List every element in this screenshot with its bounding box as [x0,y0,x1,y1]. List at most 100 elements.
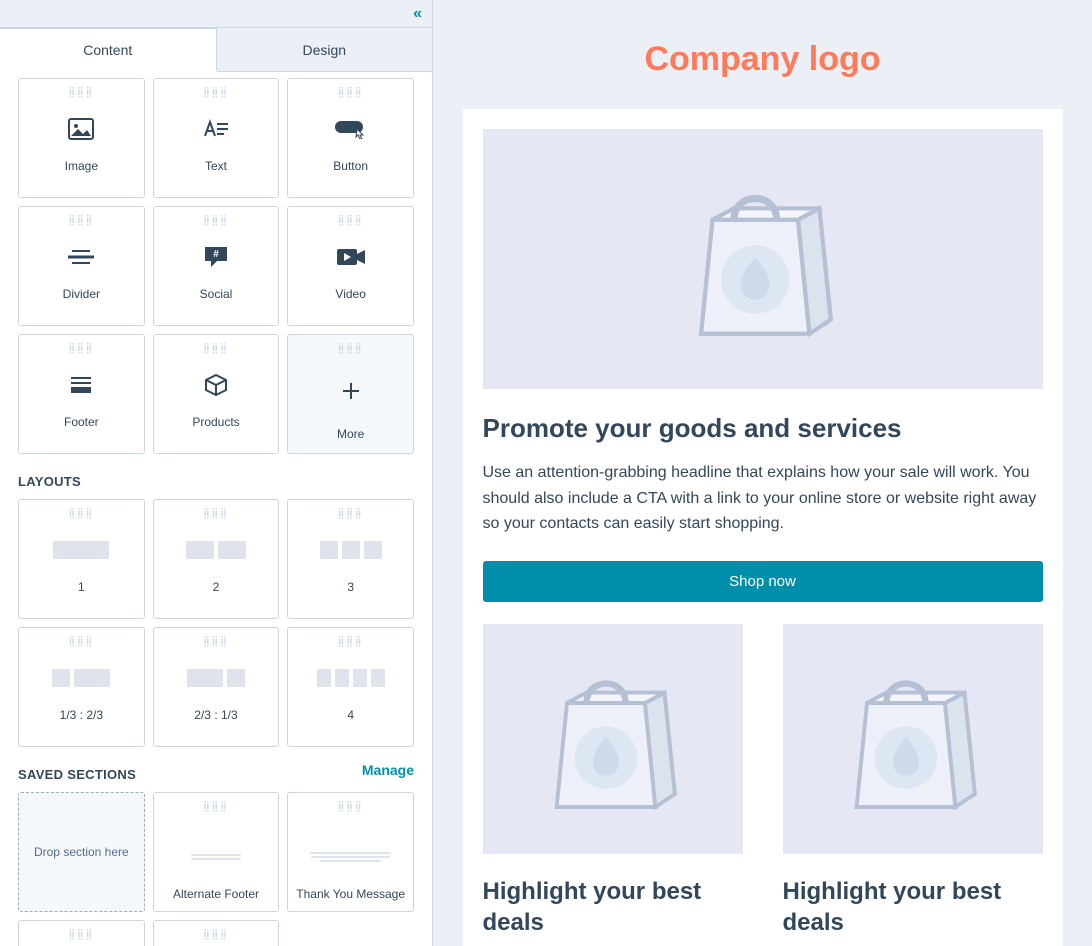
layout-label: 1/3 : 2/3 [60,708,103,722]
collapse-icon[interactable]: « [413,5,422,23]
drag-handle-icon: ⠿⠿⠿⠿⠿⠿ [68,638,94,646]
saved-section-alternate-footer[interactable]: ⠿⠿⠿⠿⠿⠿ Alternate Footer [153,792,280,912]
drag-handle-icon: ⠿⠿⠿⠿⠿⠿ [68,345,94,353]
layout-preview [317,660,385,696]
layout-preview [187,660,245,696]
drag-handle-icon: ⠿⠿⠿⠿⠿⠿ [203,510,229,518]
column-image-placeholder[interactable] [483,624,743,854]
layout-tiles: ⠿⠿⠿⠿⠿⠿1⠿⠿⠿⠿⠿⠿2⠿⠿⠿⠿⠿⠿3⠿⠿⠿⠿⠿⠿1/3 : 2/3⠿⠿⠿⠿… [18,499,414,747]
editor-sidebar: « Content Design ⠿⠿⠿⠿⠿⠿ Image ⠿⠿⠿⠿⠿⠿ Tex… [0,0,433,946]
drag-handle-icon: ⠿⠿⠿⠿⠿⠿ [203,638,229,646]
tile-more[interactable]: ⠿⠿⠿⠿⠿⠿ More [287,334,414,454]
email-body: Promote your goods and services Use an a… [463,109,1063,946]
layout-preview [186,532,246,568]
drag-handle-icon: ⠿⠿⠿⠿⠿⠿ [338,89,364,97]
drag-handle-icon: ⠿⠿⠿⠿⠿⠿ [338,217,364,225]
drop-section-zone[interactable]: Drop section here [18,792,145,912]
image-icon [68,111,94,147]
products-icon [204,367,228,403]
tile-footer[interactable]: ⠿⠿⠿⠿⠿⠿ Footer [18,334,145,454]
tile-label: Divider [63,287,100,301]
hero-headline[interactable]: Promote your goods and services [483,413,1043,444]
drag-handle-icon: ⠿⠿⠿⠿⠿⠿ [203,217,229,225]
tile-social[interactable]: ⠿⠿⠿⠿⠿⠿ # Social [153,206,280,326]
plus-icon [341,373,361,409]
saved-tiles: Drop section here ⠿⠿⠿⠿⠿⠿ Alternate Foote… [18,792,414,946]
footer-icon [69,367,93,403]
button-icon [335,111,367,147]
tab-content[interactable]: Content [0,28,217,72]
column-2: Highlight your best deals [783,624,1043,938]
drag-handle-icon: ⠿⠿⠿⠿⠿⠿ [68,931,94,939]
drop-label: Drop section here [34,845,129,859]
saved-label: Alternate Footer [154,887,279,901]
shop-now-button[interactable]: Shop now [483,561,1043,602]
tile-label: Products [192,415,239,429]
video-icon [337,239,365,275]
column-headline[interactable]: Highlight your best deals [483,876,743,938]
layout-label: 1 [78,580,85,594]
email-template: Company logo Promote your goods and serv… [463,40,1063,946]
shopping-bag-icon [541,664,684,814]
svg-text:#: # [213,249,219,260]
hero-image-placeholder[interactable] [483,129,1043,389]
tile-button[interactable]: ⠿⠿⠿⠿⠿⠿ Button [287,78,414,198]
layout-tile-1-3---2-3[interactable]: ⠿⠿⠿⠿⠿⠿ 1/3 : 2/3 [18,627,145,747]
column-1: Highlight your best deals [483,624,743,938]
drag-handle-icon: ⠿⠿⠿⠿⠿⠿ [338,510,364,518]
two-column-row: Highlight your best deals Highlight your… [483,624,1043,938]
tile-divider[interactable]: ⠿⠿⠿⠿⠿⠿ Divider [18,206,145,326]
drag-handle-icon: ⠿⠿⠿⠿⠿⠿ [68,89,94,97]
social-icon: # [203,239,229,275]
tile-products[interactable]: ⠿⠿⠿⠿⠿⠿ Products [153,334,280,454]
layout-preview [320,532,382,568]
column-headline[interactable]: Highlight your best deals [783,876,1043,938]
drag-handle-icon: ⠿⠿⠿⠿⠿⠿ [338,803,364,811]
layouts-heading: LAYOUTS [18,474,414,489]
column-image-placeholder[interactable] [783,624,1043,854]
layout-label: 4 [347,708,354,722]
saved-section-thank-you[interactable]: ⠿⠿⠿⠿⠿⠿ Thank You Message [287,792,414,912]
saved-section-extra-2[interactable]: ⠿⠿⠿⠿⠿⠿ [153,920,280,946]
collapse-bar: « [0,0,432,28]
tile-label: Button [333,159,368,173]
layout-label: 3 [347,580,354,594]
drag-handle-icon: ⠿⠿⠿⠿⠿⠿ [203,89,229,97]
manage-link[interactable]: Manage [362,762,414,778]
text-icon [202,111,230,147]
sidebar-scroll[interactable]: ⠿⠿⠿⠿⠿⠿ Image ⠿⠿⠿⠿⠿⠿ Text ⠿⠿⠿⠿⠿⠿ Button [0,72,432,946]
tile-label: Video [335,287,365,301]
layout-tile-3[interactable]: ⠿⠿⠿⠿⠿⠿ 3 [287,499,414,619]
layout-tile-2[interactable]: ⠿⠿⠿⠿⠿⠿ 2 [153,499,280,619]
saved-sections-heading: SAVED SECTIONS [18,767,136,782]
hero-body-text[interactable]: Use an attention-grabbing headline that … [483,460,1043,537]
tile-text[interactable]: ⠿⠿⠿⠿⠿⠿ Text [153,78,280,198]
layout-tile-1[interactable]: ⠿⠿⠿⠿⠿⠿ 1 [18,499,145,619]
tile-label: Footer [64,415,99,429]
divider-icon [68,239,94,275]
layout-label: 2 [213,580,220,594]
layout-tile-2-3---1-3[interactable]: ⠿⠿⠿⠿⠿⠿ 2/3 : 1/3 [153,627,280,747]
content-tiles: ⠿⠿⠿⠿⠿⠿ Image ⠿⠿⠿⠿⠿⠿ Text ⠿⠿⠿⠿⠿⠿ Button [18,78,414,454]
tab-design[interactable]: Design [217,28,433,71]
saved-label: Thank You Message [288,887,413,901]
preview-canvas[interactable]: Company logo Promote your goods and serv… [433,0,1092,946]
layout-label: 2/3 : 1/3 [194,708,237,722]
saved-section-extra-1[interactable]: ⠿⠿⠿⠿⠿⠿ [18,920,145,946]
company-logo-text[interactable]: Company logo [463,40,1063,79]
drag-handle-icon: ⠿⠿⠿⠿⠿⠿ [203,345,229,353]
drag-handle-icon: ⠿⠿⠿⠿⠿⠿ [203,931,229,939]
drag-handle-icon: ⠿⠿⠿⠿⠿⠿ [68,510,94,518]
shopping-bag-icon [841,664,984,814]
drag-handle-icon: ⠿⠿⠿⠿⠿⠿ [203,803,229,811]
tile-image[interactable]: ⠿⠿⠿⠿⠿⠿ Image [18,78,145,198]
tile-video[interactable]: ⠿⠿⠿⠿⠿⠿ Video [287,206,414,326]
sidebar-tabs: Content Design [0,28,432,72]
tile-label: Text [205,159,227,173]
tile-label: Image [65,159,98,173]
drag-handle-icon: ⠿⠿⠿⠿⠿⠿ [68,217,94,225]
drag-handle-icon: ⠿⠿⠿⠿⠿⠿ [338,345,364,353]
drag-handle-icon: ⠿⠿⠿⠿⠿⠿ [338,638,364,646]
layout-tile-4[interactable]: ⠿⠿⠿⠿⠿⠿ 4 [287,627,414,747]
tile-label: Social [200,287,233,301]
